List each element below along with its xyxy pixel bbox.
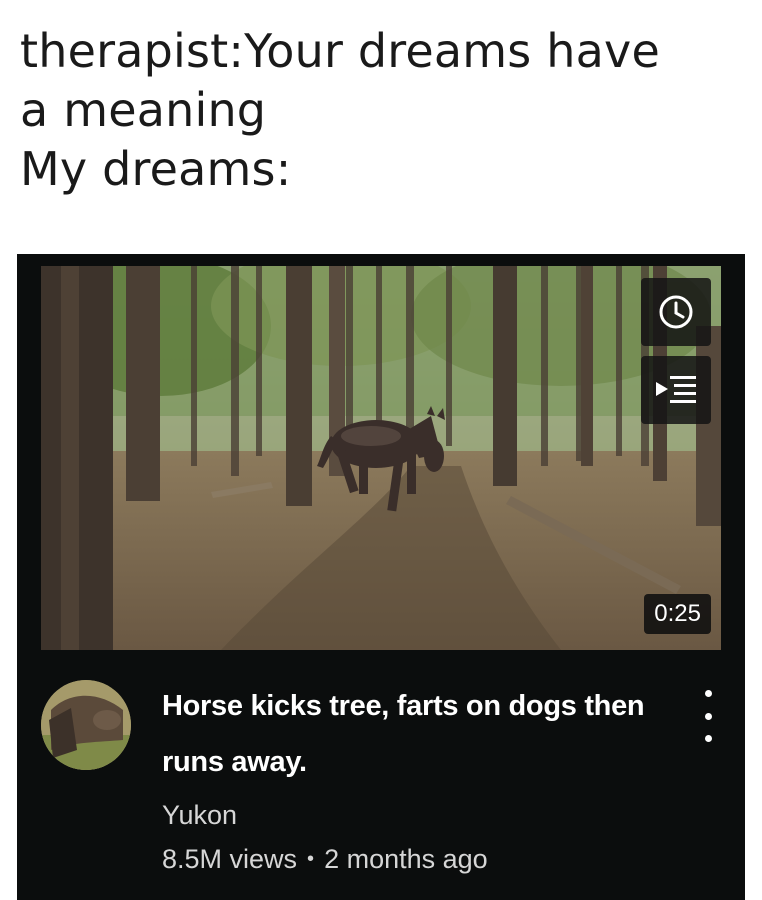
more-dot bbox=[704, 690, 712, 697]
upload-age: 2 months ago bbox=[324, 844, 488, 874]
duration-badge: 0:25 bbox=[644, 594, 711, 634]
caption-line-2: a meaning bbox=[20, 83, 267, 137]
meme: therapist:Your dreams have a meaning My … bbox=[0, 0, 762, 900]
meme-caption: therapist:Your dreams have a meaning My … bbox=[20, 22, 760, 199]
more-dot bbox=[704, 712, 712, 720]
horse-avatar-image bbox=[41, 680, 131, 770]
video-title[interactable]: Horse kicks tree, farts on dogs then run… bbox=[162, 678, 672, 790]
clock-icon bbox=[659, 295, 693, 329]
meta-separator: • bbox=[307, 848, 315, 870]
caption-line-1: therapist:Your dreams have bbox=[20, 24, 660, 78]
channel-avatar[interactable] bbox=[41, 680, 131, 770]
more-vert-icon[interactable] bbox=[695, 684, 721, 748]
queue-icon bbox=[656, 376, 696, 403]
forest-horse-image bbox=[41, 266, 721, 650]
video-thumbnail[interactable]: 0:25 bbox=[41, 266, 721, 650]
video-card[interactable]: 0:25 Horse kicks tree, farts on dogs the… bbox=[17, 254, 745, 900]
video-meta: 8.5M views • 2 months ago bbox=[162, 842, 488, 876]
more-dot bbox=[704, 735, 712, 742]
add-to-queue-button[interactable] bbox=[641, 356, 711, 424]
caption-line-3: My dreams: bbox=[20, 142, 292, 196]
watch-later-button[interactable] bbox=[641, 278, 711, 346]
view-count: 8.5M views bbox=[162, 844, 298, 874]
channel-name[interactable]: Yukon bbox=[162, 798, 237, 832]
